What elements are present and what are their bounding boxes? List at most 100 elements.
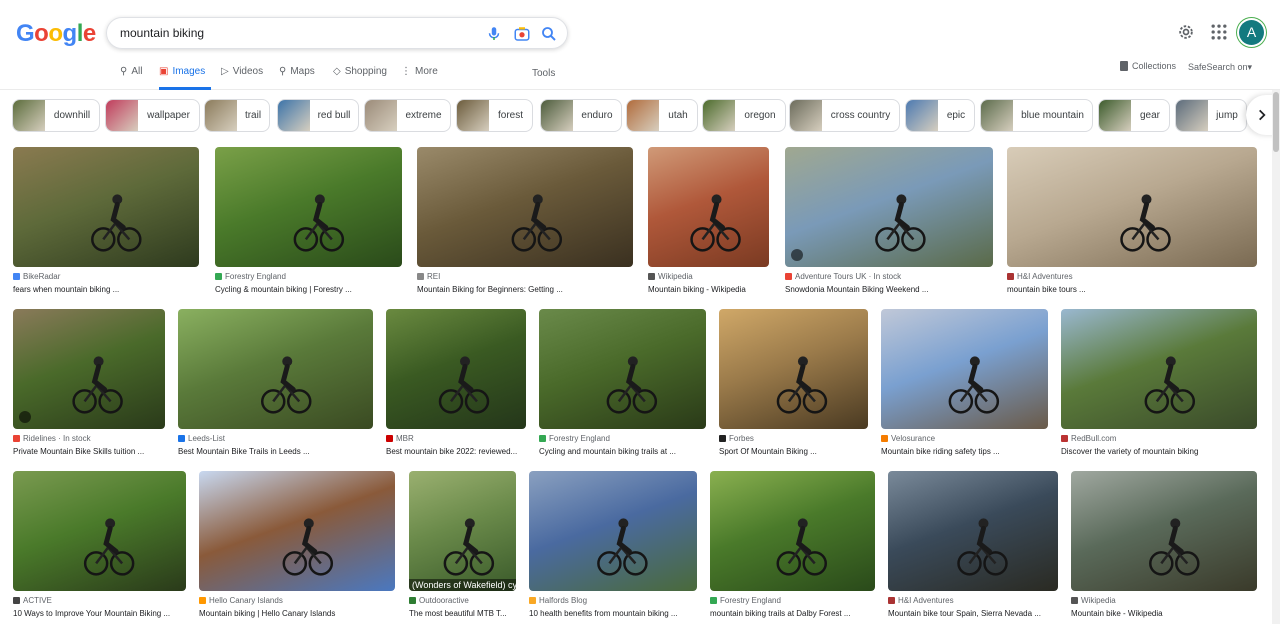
chip-cross-country[interactable]: cross country — [789, 99, 900, 132]
result-source[interactable]: RedBull.com — [1061, 434, 1116, 443]
result-title[interactable]: The most beautiful MTB T... — [409, 609, 507, 618]
image-result-card[interactable]: Wikipedia Mountain biking - Wikipedia — [648, 147, 769, 307]
search-icon[interactable] — [540, 25, 558, 43]
tab-maps[interactable]: ⚲ Maps — [279, 66, 315, 90]
chip-trail[interactable]: trail — [204, 99, 270, 132]
image-result-card[interactable]: RedBull.com Discover the variety of mount… — [1061, 309, 1257, 469]
image-result-card[interactable]: ACTIVE 10 Ways to Improve Your Mountain B… — [13, 471, 186, 631]
result-source[interactable]: Forestry England — [539, 434, 610, 443]
google-logo[interactable]: Google — [16, 20, 96, 48]
result-title[interactable]: Sport Of Mountain Biking ... — [719, 447, 817, 456]
result-source[interactable]: Halfords Blog — [529, 596, 587, 605]
image-result-card[interactable]: (Wonders of Wakefield) cyc Outdooractive T… — [409, 471, 516, 631]
result-image[interactable] — [1061, 309, 1257, 429]
result-source[interactable]: REI — [417, 272, 440, 281]
result-source[interactable]: Outdooractive — [409, 596, 469, 605]
search-box[interactable] — [106, 17, 568, 49]
image-result-card[interactable]: Halfords Blog 10 health benefits from mou… — [529, 471, 697, 631]
result-image[interactable] — [13, 471, 186, 591]
result-image[interactable] — [881, 309, 1048, 429]
result-source[interactable]: MBR — [386, 434, 414, 443]
result-title[interactable]: Mountain bike tour Spain, Sierra Nevada … — [888, 609, 1041, 618]
result-source[interactable]: Forestry England — [710, 596, 781, 605]
result-title[interactable]: Mountain biking - Wikipedia — [648, 285, 746, 294]
scrollbar[interactable] — [1272, 90, 1280, 624]
chip-blue-mountain[interactable]: blue mountain — [980, 99, 1093, 132]
result-title[interactable]: Discover the variety of mountain biking — [1061, 447, 1198, 456]
result-image[interactable] — [719, 309, 868, 429]
chip-gear[interactable]: gear — [1098, 99, 1170, 132]
settings-gear-icon[interactable] — [1176, 22, 1196, 42]
image-result-card[interactable]: Forestry England mountain biking trails a… — [710, 471, 875, 631]
account-avatar[interactable]: A — [1239, 20, 1264, 45]
result-source[interactable]: Leeds-List — [178, 434, 225, 443]
image-result-card[interactable]: Leeds-List Best Mountain Bike Trails in L… — [178, 309, 373, 469]
chip-jump[interactable]: jump — [1175, 99, 1247, 132]
result-image[interactable] — [1007, 147, 1257, 267]
result-title[interactable]: Best Mountain Bike Trails in Leeds ... — [178, 447, 310, 456]
result-title[interactable]: 10 Ways to Improve Your Mountain Biking … — [13, 609, 170, 618]
microphone-icon[interactable] — [485, 25, 503, 43]
result-title[interactable]: Mountain Biking for Beginners: Getting .… — [417, 285, 563, 294]
result-title[interactable]: Best mountain bike 2022: reviewed... — [386, 447, 517, 456]
image-result-card[interactable]: Hello Canary Islands Mountain biking | He… — [199, 471, 395, 631]
result-source[interactable]: Forbes — [719, 434, 754, 443]
image-result-card[interactable]: Forestry England Cycling and mountain bik… — [539, 309, 706, 469]
camera-lens-icon[interactable] — [513, 25, 531, 43]
result-title[interactable]: Private Mountain Bike Skills tuition ... — [13, 447, 144, 456]
result-title[interactable]: fears when mountain biking ... — [13, 285, 119, 294]
result-image[interactable] — [710, 471, 875, 591]
result-title[interactable]: mountain biking trails at Dalby Forest .… — [710, 609, 851, 618]
result-image[interactable] — [888, 471, 1058, 591]
search-input[interactable] — [120, 24, 470, 42]
image-result-card[interactable]: REI Mountain Biking for Beginners: Gettin… — [417, 147, 633, 307]
result-title[interactable]: Snowdonia Mountain Biking Weekend ... — [785, 285, 929, 294]
result-image[interactable] — [386, 309, 526, 429]
result-source[interactable]: H&I Adventures — [888, 596, 954, 605]
chip-wallpaper[interactable]: wallpaper — [105, 99, 200, 132]
image-result-card[interactable]: Velosurance Mountain bike riding safety t… — [881, 309, 1048, 469]
chip-extreme[interactable]: extreme — [364, 99, 451, 132]
image-result-card[interactable]: MBR Best mountain bike 2022: reviewed... — [386, 309, 526, 469]
image-result-card[interactable]: Forestry England Cycling & mountain bikin… — [215, 147, 402, 307]
result-source[interactable]: H&I Adventures — [1007, 272, 1073, 281]
result-image[interactable] — [215, 147, 402, 267]
chip-utah[interactable]: utah — [626, 99, 698, 132]
result-image[interactable] — [648, 147, 769, 267]
chip-red-bull[interactable]: red bull — [277, 99, 359, 132]
result-source[interactable]: Adventure Tours UK · In stock — [785, 272, 901, 281]
image-result-card[interactable]: H&I Adventures Mountain bike tour Spain, … — [888, 471, 1058, 631]
result-title[interactable]: Mountain bike riding safety tips ... — [881, 447, 1000, 456]
result-source[interactable]: Wikipedia — [648, 272, 693, 281]
chip-enduro[interactable]: enduro — [540, 99, 622, 132]
tab-videos[interactable]: ▷ Videos — [221, 66, 263, 90]
tab-shopping[interactable]: ◇ Shopping — [333, 66, 387, 90]
result-source[interactable]: Wikipedia — [1071, 596, 1116, 605]
result-image[interactable] — [417, 147, 633, 267]
result-source[interactable]: Forestry England — [215, 272, 286, 281]
result-image[interactable] — [539, 309, 706, 429]
result-image[interactable] — [1071, 471, 1257, 591]
tab-more[interactable]: ⋮ More — [401, 66, 438, 90]
result-image[interactable] — [199, 471, 395, 591]
apps-grid-icon[interactable] — [1209, 22, 1229, 42]
chip-downhill[interactable]: downhill — [12, 99, 100, 132]
result-image[interactable] — [13, 309, 165, 429]
result-source[interactable]: ACTIVE — [13, 596, 52, 605]
image-result-card[interactable]: BikeRadar fears when mountain biking ... — [13, 147, 199, 307]
result-title[interactable]: Cycling and mountain biking trails at ..… — [539, 447, 676, 456]
result-title[interactable]: mountain bike tours ... — [1007, 285, 1086, 294]
result-title[interactable]: Mountain biking | Hello Canary Islands — [199, 609, 335, 618]
tools-button[interactable]: Tools — [532, 68, 555, 79]
tab-all[interactable]: ⚲ All — [120, 66, 142, 90]
result-title[interactable]: 10 health benefits from mountain biking … — [529, 609, 678, 618]
collections-button[interactable]: Collections — [1120, 61, 1176, 71]
result-image[interactable] — [529, 471, 697, 591]
chip-epic[interactable]: epic — [905, 99, 975, 132]
result-source[interactable]: BikeRadar — [13, 272, 60, 281]
result-source[interactable]: Hello Canary Islands — [199, 596, 283, 605]
image-result-card[interactable]: Wikipedia Mountain bike - Wikipedia — [1071, 471, 1257, 631]
result-image[interactable] — [785, 147, 993, 267]
result-image[interactable] — [178, 309, 373, 429]
result-image[interactable]: (Wonders of Wakefield) cyc — [409, 471, 516, 591]
